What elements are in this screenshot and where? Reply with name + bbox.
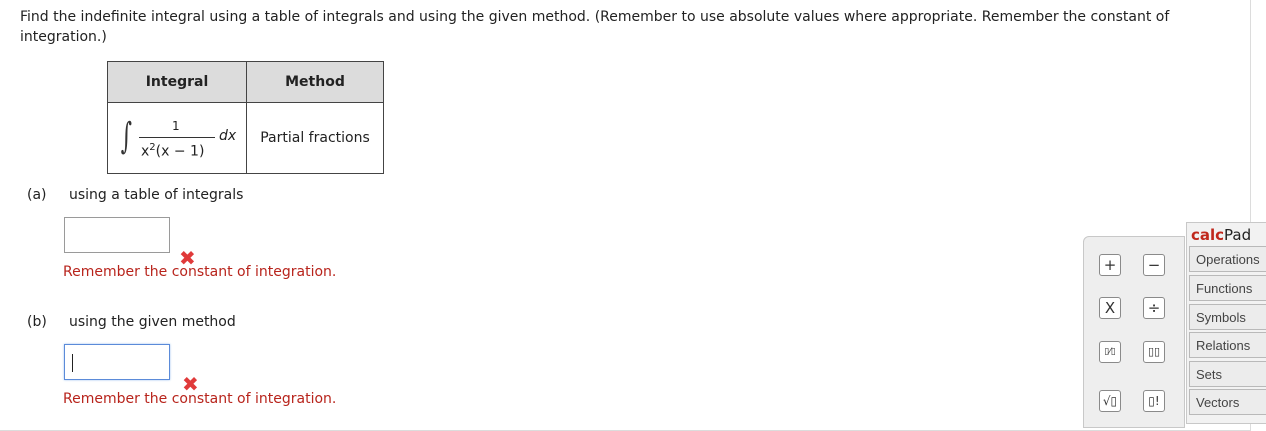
part-b-text: using the given method — [69, 314, 236, 330]
part-a-feedback: Remember the constant of integration. — [63, 264, 337, 280]
calcpad-panel: calcPad Operations Functions Symbols Rel… — [1186, 222, 1266, 424]
integral-sign-icon: ∫ — [120, 116, 133, 157]
differential: dx — [219, 128, 237, 144]
integral-method-table: Integral Method ∫ 1 x2(x − 1) dx Partial… — [107, 61, 384, 174]
part-b-feedback: Remember the constant of integration. — [63, 391, 337, 407]
minus-key[interactable]: − — [1143, 254, 1165, 276]
denominator-rest: (x − 1) — [155, 143, 205, 160]
tab-relations[interactable]: Relations — [1189, 332, 1266, 358]
divide-key[interactable]: ÷ — [1143, 297, 1165, 319]
part-a-text: using a table of integrals — [69, 187, 244, 203]
tab-functions[interactable]: Functions — [1189, 275, 1266, 301]
tab-symbols[interactable]: Symbols — [1189, 304, 1266, 330]
calcpad-title: calcPad — [1191, 226, 1251, 244]
tab-sets[interactable]: Sets — [1189, 361, 1266, 387]
text-cursor — [72, 354, 73, 372]
method-header: Method — [246, 61, 384, 103]
part-b-label: (b) using the given method — [27, 314, 236, 330]
part-a-label: (a) using a table of integrals — [27, 187, 243, 203]
square-root-key[interactable]: √▯ — [1099, 390, 1121, 412]
tab-operations[interactable]: Operations — [1189, 246, 1266, 272]
integral-header: Integral — [107, 61, 247, 103]
integral-cell: ∫ 1 x2(x − 1) dx — [107, 102, 247, 174]
part-b-letter: (b) — [27, 314, 47, 330]
question-instructions: Find the indefinite integral using a tab… — [20, 9, 1170, 45]
calcpad-title-rest: Pad — [1224, 226, 1252, 244]
method-cell: Partial fractions — [246, 102, 384, 174]
factorial-key[interactable]: ▯! — [1143, 390, 1165, 412]
fraction-denominator: x2(x − 1) — [141, 142, 204, 160]
fraction-key[interactable]: ▯⁄▯ — [1099, 341, 1121, 363]
fraction-numerator: 1 — [172, 119, 180, 133]
tab-vectors[interactable]: Vectors — [1189, 389, 1266, 415]
calcpad-keypad: + − X ÷ ▯⁄▯ ▯▯ √▯ ▯! — [1083, 236, 1185, 428]
calcpad-brand: calc — [1191, 226, 1225, 244]
fraction-bar — [139, 137, 215, 138]
part-a-answer-input[interactable] — [64, 217, 170, 253]
plus-key[interactable]: + — [1099, 254, 1121, 276]
exponent-key[interactable]: ▯▯ — [1143, 341, 1165, 363]
part-a-letter: (a) — [27, 187, 47, 203]
part-b-answer-input[interactable] — [64, 344, 170, 380]
multiply-key[interactable]: X — [1099, 297, 1121, 319]
integral-expression: ∫ 1 x2(x − 1) dx — [109, 104, 245, 172]
